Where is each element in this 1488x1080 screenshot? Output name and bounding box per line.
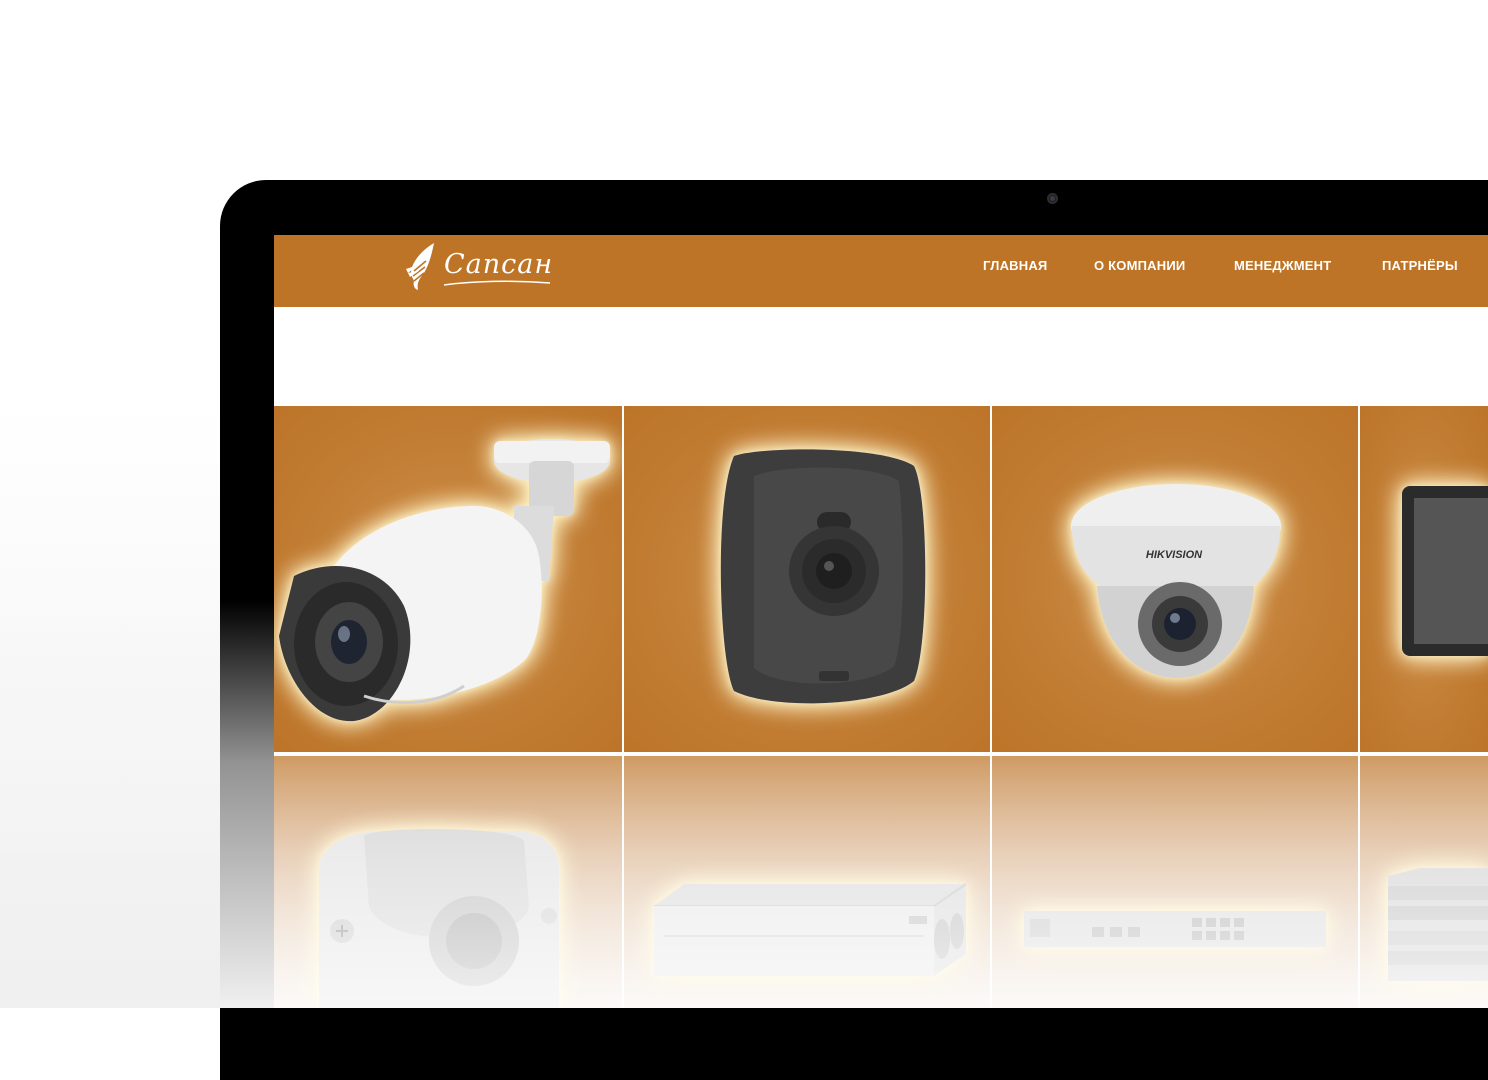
webcam-icon (1047, 193, 1058, 204)
bezel-fade (0, 600, 274, 1008)
falcon-feather-icon (406, 243, 434, 290)
product-tile-dome-camera[interactable]: HIKVISION (992, 406, 1358, 752)
nav-about[interactable]: О КОМПАНИИ (1094, 258, 1185, 278)
product-tile-vehicle-camera[interactable] (274, 756, 622, 1008)
logo-underline (443, 280, 551, 286)
nav-partners[interactable]: ПАТРНЁРЫ (1382, 258, 1458, 278)
product-tile-server-rack[interactable] (1360, 756, 1488, 1008)
product-tile-network-switch[interactable] (992, 756, 1358, 1008)
product-grid: HIKVISION (274, 406, 1488, 1008)
network-switch-image (1024, 911, 1326, 947)
vehicle-camera-image (319, 829, 559, 1008)
product-tile-bullet-camera[interactable] (274, 406, 622, 752)
site-logo[interactable]: Сапсан (404, 241, 554, 293)
hikvision-label: HIKVISION (1146, 549, 1203, 561)
product-tile-video-recorder[interactable] (624, 756, 990, 1008)
cube-camera-image (720, 449, 926, 704)
bullet-camera-image (279, 439, 610, 722)
logo-text: Сапсан (444, 249, 554, 280)
nav-home[interactable]: ГЛАВНАЯ (983, 258, 1047, 278)
product-tile-cube-camera[interactable] (624, 406, 990, 752)
site-header: Сапсан ГЛАВНАЯ О КОМПАНИИ МЕНЕДЖМЕНТ ПАТ… (274, 235, 1488, 307)
video-recorder-image (654, 883, 967, 976)
page-spacer (274, 307, 1488, 406)
nav-management[interactable]: МЕНЕДЖМЕНТ (1234, 258, 1331, 278)
monitor-image (1402, 486, 1488, 656)
server-rack-image (1388, 868, 1488, 981)
website-screen: Сапсан ГЛАВНАЯ О КОМПАНИИ МЕНЕДЖМЕНТ ПАТ… (274, 235, 1488, 1008)
dome-camera-image: HIKVISION (1071, 484, 1281, 678)
product-tile-monitor[interactable] (1360, 406, 1488, 752)
